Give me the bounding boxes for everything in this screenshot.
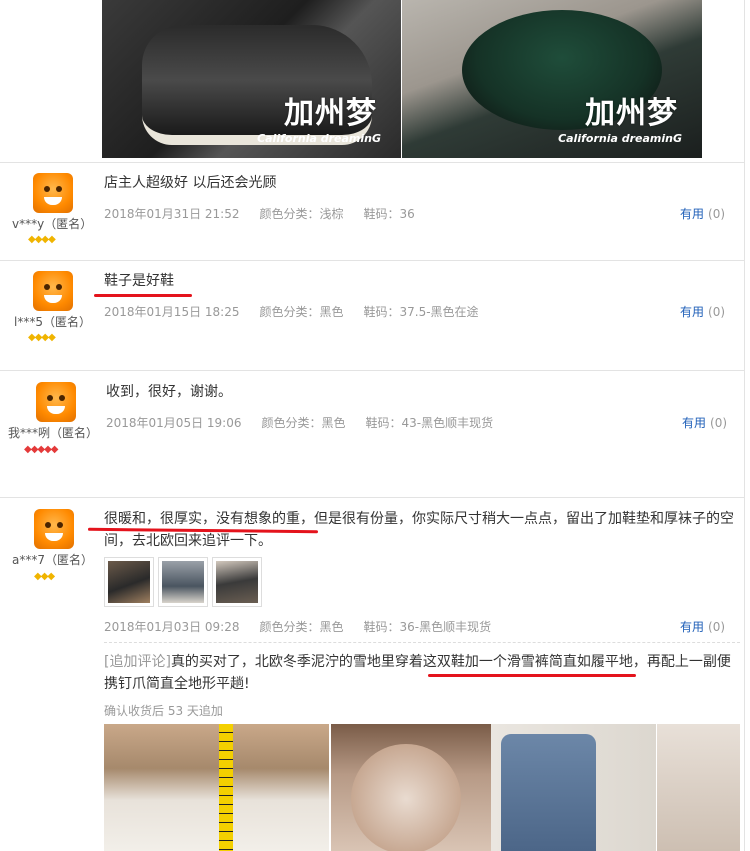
append-divider	[104, 642, 740, 643]
avatar[interactable]	[36, 382, 76, 422]
user-level-icon: ◆◆◆◆	[28, 332, 56, 343]
useful-count: (0)	[708, 305, 726, 319]
review-color: 颜色分类：黑色	[259, 620, 344, 634]
review-meta: 2018年01月15日 18:25 颜色分类：黑色 鞋码：37.5-黑色在途	[104, 303, 499, 320]
review-date: 2018年01月05日 19:06	[106, 416, 242, 430]
divider	[0, 162, 744, 163]
avatar[interactable]	[33, 271, 73, 311]
append-photo[interactable]	[657, 724, 740, 851]
review-text: 收到，很好，谢谢。	[106, 384, 232, 400]
review-size: 鞋码：36	[363, 207, 415, 221]
useful-count: (0)	[710, 416, 728, 430]
useful-label: 有用	[680, 620, 705, 634]
user-level-icon: ◆◆◆◆◆	[24, 444, 58, 455]
user-level-icon: ◆◆◆	[34, 571, 55, 582]
useful-button[interactable]: 有用 (0)	[682, 414, 727, 431]
append-text: 真的买对了，北欧冬季泥泞的雪地里穿着这双鞋加一个滑雪裤简直如履平地，再配上一副便…	[104, 654, 731, 692]
review-color: 颜色分类：浅棕	[259, 207, 344, 221]
review-thumbnail[interactable]	[158, 557, 208, 607]
avatar[interactable]	[33, 173, 73, 213]
watermark-text: 加州梦	[585, 96, 678, 131]
useful-count: (0)	[708, 620, 726, 634]
useful-label: 有用	[680, 305, 705, 319]
red-underline-annotation	[94, 294, 192, 297]
append-photo[interactable]	[104, 724, 329, 851]
user-level-icon: ◆◆◆◆	[28, 234, 56, 245]
append-note: 确认收货后 53 天追加	[104, 704, 223, 718]
divider	[0, 260, 744, 261]
divider	[0, 370, 744, 371]
username[interactable]: v***y（匿名）	[12, 215, 92, 232]
review-color: 颜色分类：黑色	[261, 416, 346, 430]
red-underline-annotation	[428, 674, 636, 677]
useful-button[interactable]: 有用 (0)	[680, 205, 725, 222]
review-thumbnail[interactable]	[104, 557, 154, 607]
username[interactable]: a***7（匿名）	[12, 551, 93, 568]
right-border	[744, 0, 745, 851]
review-size: 鞋码：36-黑色顺丰现货	[363, 620, 492, 634]
append-review: [追加评论]真的买对了，北欧冬季泥泞的雪地里穿着这双鞋加一个滑雪裤简直如履平地，…	[104, 651, 740, 695]
useful-button[interactable]: 有用 (0)	[680, 618, 725, 635]
username[interactable]: l***5（匿名）	[14, 313, 91, 330]
review-photo[interactable]: 加州梦 California dreaminG	[102, 0, 401, 158]
append-photo[interactable]	[331, 724, 491, 851]
watermark-text: 加州梦	[284, 96, 377, 131]
append-photo[interactable]	[491, 724, 656, 851]
review-date: 2018年01月15日 18:25	[104, 305, 240, 319]
review-meta: 2018年01月31日 21:52 颜色分类：浅棕 鞋码：36	[104, 205, 435, 222]
review-thumbnail[interactable]	[212, 557, 262, 607]
review-text: 鞋子是好鞋	[104, 273, 174, 289]
watermark-subtext: California dreaminG	[558, 132, 682, 145]
avatar[interactable]	[34, 509, 74, 549]
username[interactable]: 我***咧（匿名）	[8, 424, 98, 441]
review-date: 2018年01月31日 21:52	[104, 207, 240, 221]
review-text: 店主人超级好 以后还会光顾	[104, 175, 277, 191]
review-meta: 2018年01月05日 19:06 颜色分类：黑色 鞋码：43-黑色顺丰现货	[106, 414, 513, 431]
watermark-subtext: California dreaminG	[257, 132, 381, 145]
review-size: 鞋码：43-黑色顺丰现货	[365, 416, 494, 430]
review-size: 鞋码：37.5-黑色在途	[363, 305, 479, 319]
review-photo[interactable]: 加州梦 California dreaminG	[402, 0, 702, 158]
useful-label: 有用	[682, 416, 707, 430]
useful-label: 有用	[680, 207, 705, 221]
review-date: 2018年01月03日 09:28	[104, 620, 240, 634]
review-meta: 2018年01月03日 09:28 颜色分类：黑色 鞋码：36-黑色顺丰现货	[104, 618, 511, 635]
useful-count: (0)	[708, 207, 726, 221]
divider	[0, 497, 744, 498]
useful-button[interactable]: 有用 (0)	[680, 303, 725, 320]
review-color: 颜色分类：黑色	[259, 305, 344, 319]
append-tag: [追加评论]	[104, 654, 171, 670]
